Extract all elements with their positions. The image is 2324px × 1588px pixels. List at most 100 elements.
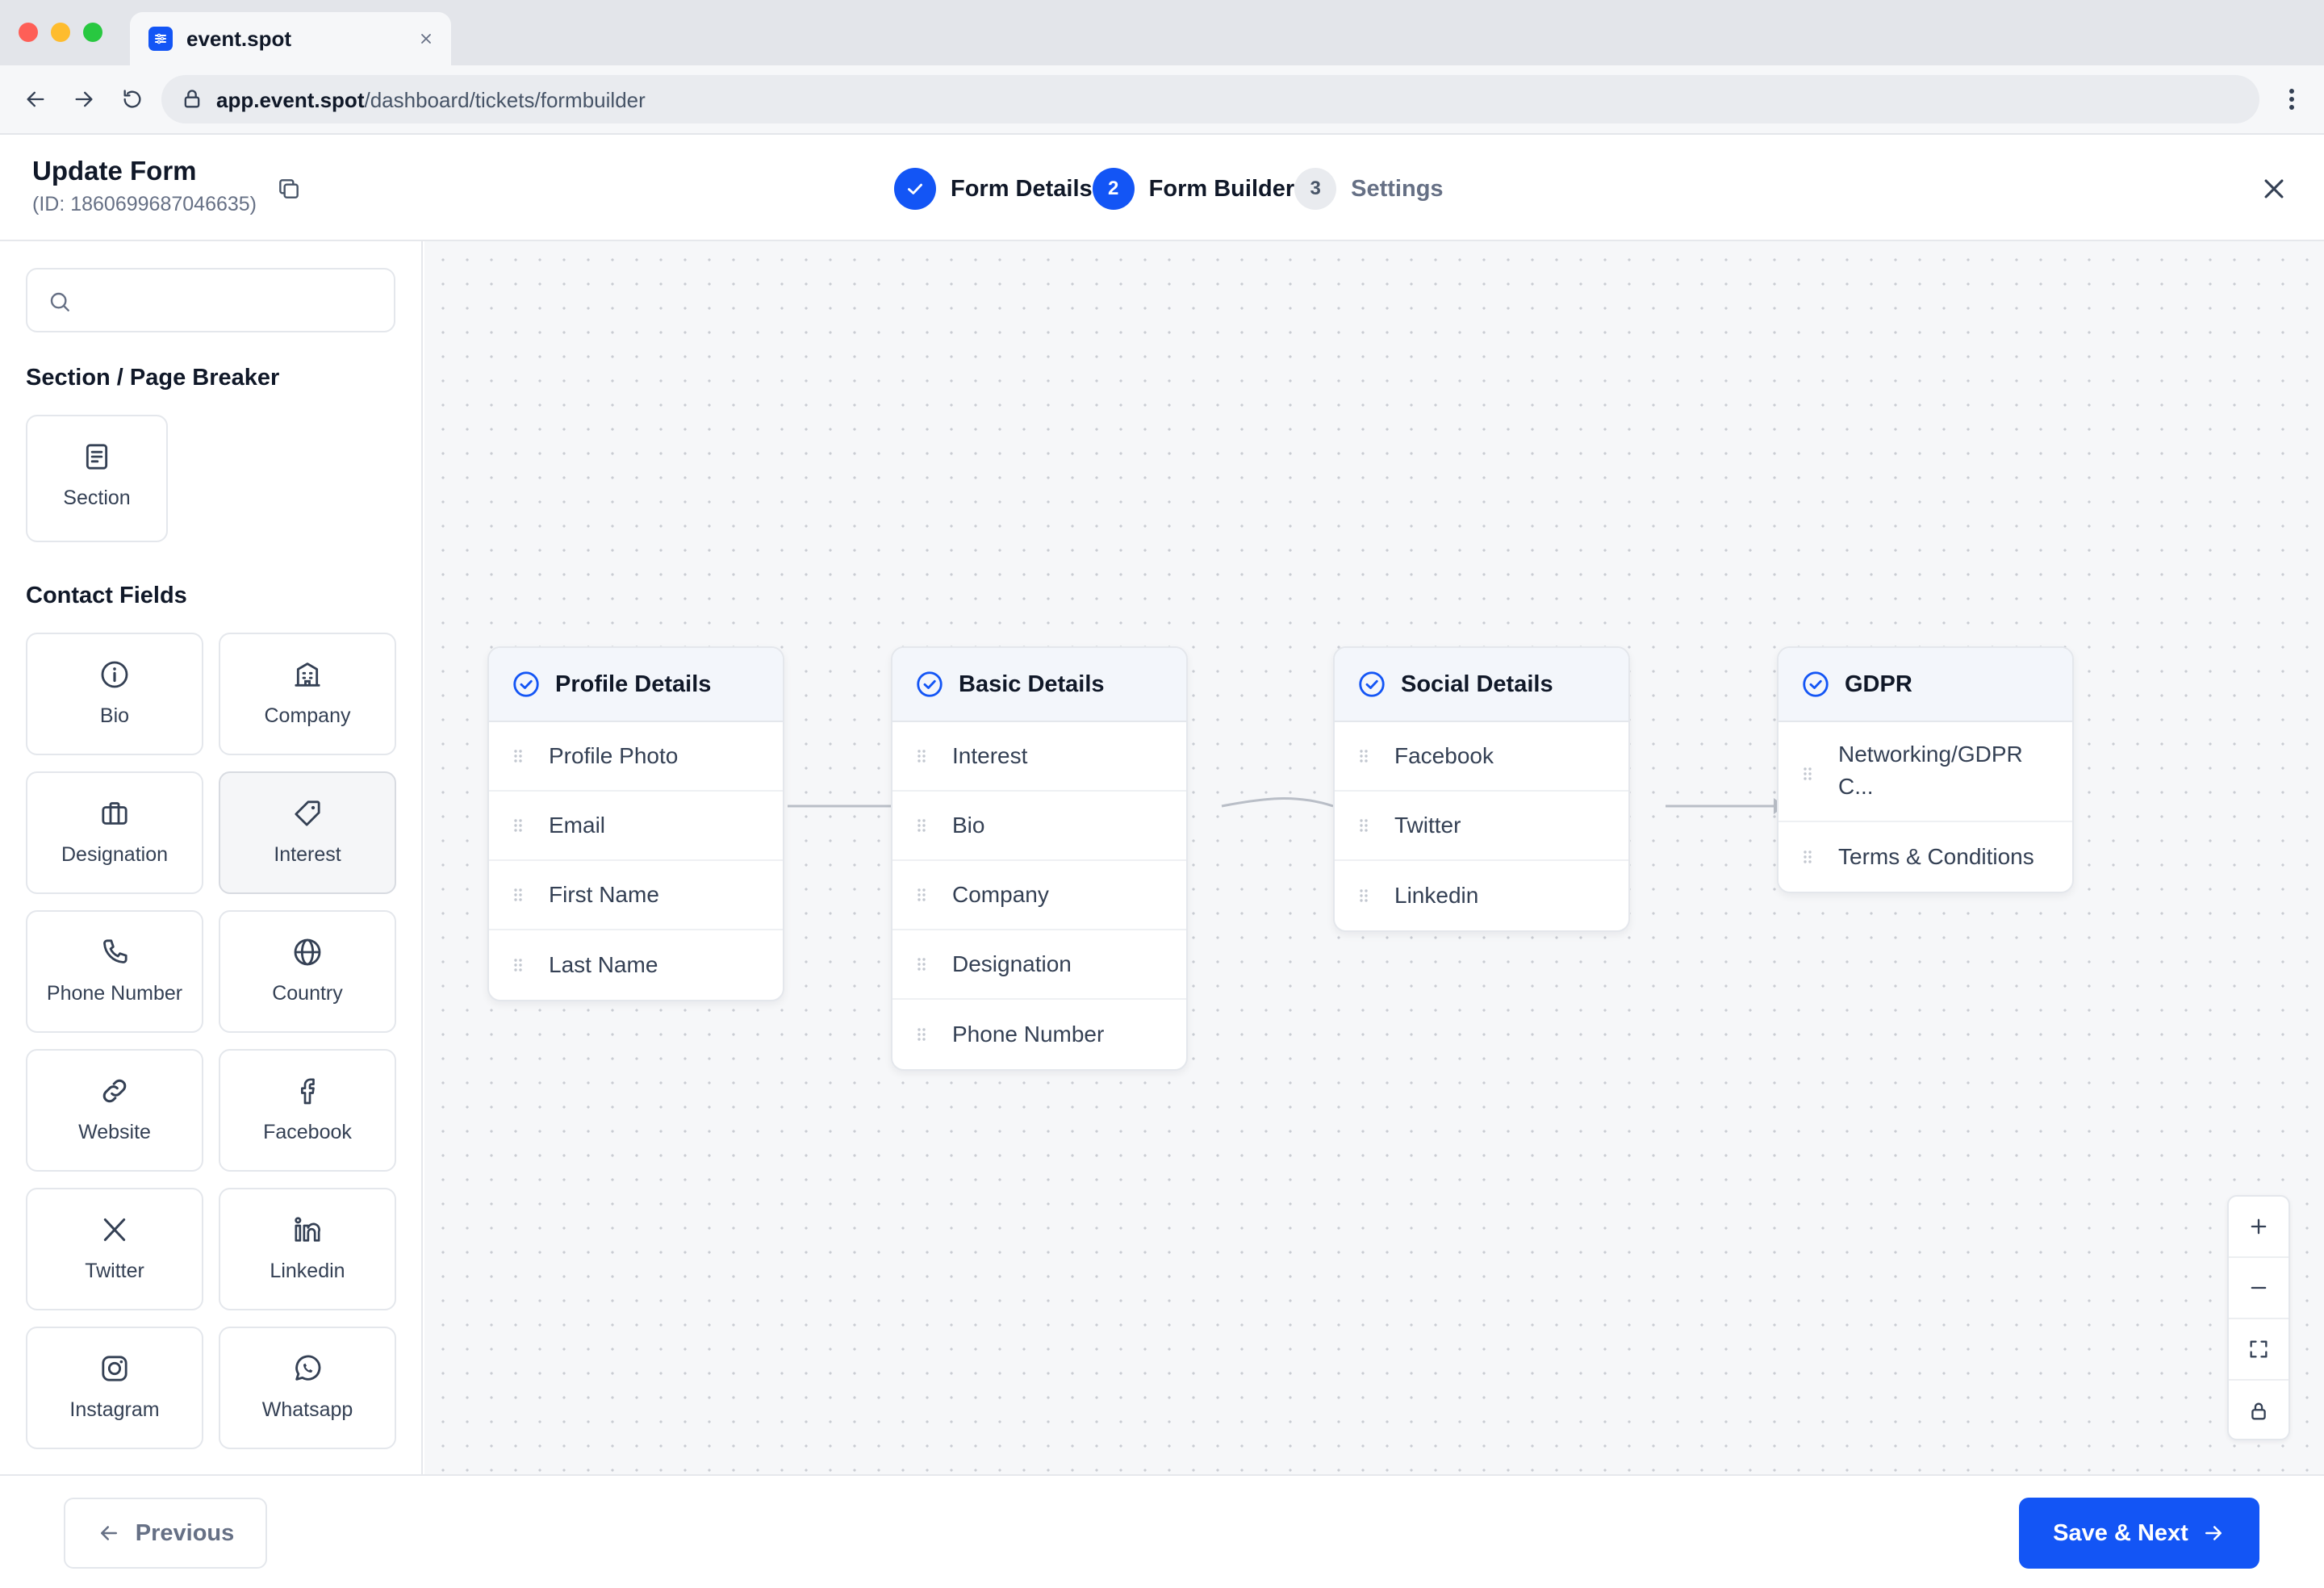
field-label: Profile Photo <box>549 743 679 768</box>
form-builder-canvas[interactable]: Profile Details Profile Photo Email Firs… <box>424 241 2324 1474</box>
field-label: Twitter <box>1394 813 1461 838</box>
window-minimize-dot[interactable] <box>51 23 70 42</box>
palette-item-facebook[interactable]: Facebook <box>219 1049 396 1172</box>
palette-item-label: Website <box>78 1121 151 1143</box>
palette-item-label: Country <box>272 982 343 1005</box>
document-icon <box>79 439 115 474</box>
close-icon[interactable] <box>2256 171 2292 207</box>
search-icon <box>47 289 73 315</box>
section-node-social-details[interactable]: Social Details Facebook Twitter Linkedin <box>1333 646 1630 932</box>
node-field-row[interactable]: Terms & Conditions <box>1779 822 2072 892</box>
step-form-builder[interactable]: 2 Form Builder <box>1092 168 1295 210</box>
lock-canvas-icon[interactable] <box>2229 1381 2288 1442</box>
save-next-button[interactable]: Save & Next <box>2019 1498 2259 1569</box>
drag-handle-icon[interactable] <box>1357 746 1370 766</box>
palette-item-website[interactable]: Website <box>26 1049 203 1172</box>
arrow-left-icon <box>100 1526 117 1540</box>
node-field-row[interactable]: Facebook <box>1335 722 1628 792</box>
node-field-row[interactable]: First Name <box>489 861 783 930</box>
node-field-row[interactable]: Linkedin <box>1335 861 1628 930</box>
zoom-out-icon[interactable] <box>2229 1258 2288 1319</box>
drag-handle-icon[interactable] <box>915 816 928 835</box>
window-maximize-dot[interactable] <box>83 23 102 42</box>
palette-item-section[interactable]: Section <box>26 415 168 542</box>
forward-arrow-icon[interactable] <box>68 83 100 115</box>
zoom-in-icon[interactable] <box>2229 1197 2288 1258</box>
page-title: Update Form <box>32 156 197 186</box>
node-title: GDPR <box>1845 671 1912 697</box>
window-close-dot[interactable] <box>19 23 38 42</box>
address-bar[interactable]: app.event.spot/dashboard/tickets/formbui… <box>161 75 2259 123</box>
back-arrow-icon[interactable] <box>19 83 52 115</box>
palette-item-label: Twitter <box>85 1260 144 1282</box>
drag-handle-icon[interactable] <box>1801 764 1814 784</box>
globe-icon <box>290 934 325 970</box>
section-node-basic-details[interactable]: Basic Details Interest Bio Company Desig… <box>891 646 1188 1071</box>
palette-item-interest[interactable]: Interest <box>219 771 396 894</box>
node-field-row[interactable]: Profile Photo <box>489 722 783 792</box>
step-form-details[interactable]: Form Details <box>894 168 1093 210</box>
node-field-row[interactable]: Twitter <box>1335 792 1628 861</box>
palette-item-phone-number[interactable]: Phone Number <box>26 910 203 1033</box>
node-field-row[interactable]: Networking/GDPR C... <box>1779 722 2072 822</box>
node-field-row[interactable]: Phone Number <box>892 1000 1186 1069</box>
palette-item-bio[interactable]: Bio <box>26 633 203 755</box>
palette-item-designation[interactable]: Designation <box>26 771 203 894</box>
check-icon <box>894 168 936 210</box>
form-stepper: Form Details 2 Form Builder 3 Settings <box>894 166 1444 211</box>
search-input[interactable] <box>86 281 376 320</box>
phone-icon <box>97 934 132 970</box>
section-node-gdpr[interactable]: GDPR Networking/GDPR C... Terms & Condit… <box>1777 646 2074 893</box>
node-field-row[interactable]: Bio <box>892 792 1186 861</box>
browser-toolbar: app.event.spot/dashboard/tickets/formbui… <box>0 65 2324 135</box>
node-header[interactable]: Basic Details <box>892 648 1186 722</box>
step-settings[interactable]: 3 Settings <box>1294 168 1444 210</box>
palette-item-label: Designation <box>61 843 169 866</box>
drag-handle-icon[interactable] <box>1357 816 1370 835</box>
previous-label: Previous <box>135 1519 235 1546</box>
field-label: Last Name <box>549 952 658 977</box>
drag-handle-icon[interactable] <box>915 1025 928 1044</box>
drag-handle-icon[interactable] <box>512 816 525 835</box>
previous-button[interactable]: Previous <box>64 1498 267 1569</box>
palette-item-label: Whatsapp <box>261 1398 353 1421</box>
palette-item-country[interactable]: Country <box>219 910 396 1033</box>
node-field-row[interactable]: Last Name <box>489 930 783 1000</box>
node-field-row[interactable]: Designation <box>892 930 1186 1000</box>
step-label: Form Builder <box>1148 175 1295 202</box>
node-field-row[interactable]: Company <box>892 861 1186 930</box>
drag-handle-icon[interactable] <box>1801 847 1814 867</box>
form-footer: Previous Save & Next <box>0 1474 2324 1588</box>
palette-item-twitter[interactable]: Twitter <box>26 1188 203 1310</box>
reload-icon[interactable] <box>116 83 148 115</box>
palette-item-label: Interest <box>274 843 341 866</box>
node-field-row[interactable]: Interest <box>892 722 1186 792</box>
drag-handle-icon[interactable] <box>915 955 928 974</box>
app-favicon-icon <box>148 27 173 51</box>
drag-handle-icon[interactable] <box>512 746 525 766</box>
browser-tab[interactable]: event.spot <box>130 12 451 65</box>
palette-item-linkedin[interactable]: Linkedin <box>219 1188 396 1310</box>
palette-item-whatsapp[interactable]: Whatsapp <box>219 1327 396 1449</box>
tab-close-icon[interactable] <box>416 28 437 49</box>
search-field[interactable] <box>26 268 395 332</box>
drag-handle-icon[interactable] <box>1357 886 1370 905</box>
node-header[interactable]: Profile Details <box>489 648 783 722</box>
drag-handle-icon[interactable] <box>512 955 525 975</box>
drag-handle-icon[interactable] <box>512 885 525 905</box>
drag-handle-icon[interactable] <box>915 746 928 766</box>
node-field-row[interactable]: Email <box>489 792 783 861</box>
save-next-label: Save & Next <box>2053 1519 2188 1546</box>
palette-item-company[interactable]: Company <box>219 633 396 755</box>
browser-menu-icon[interactable] <box>2276 83 2308 115</box>
node-header[interactable]: Social Details <box>1335 648 1628 722</box>
node-header[interactable]: GDPR <box>1779 648 2072 722</box>
link-icon <box>97 1073 132 1109</box>
copy-id-icon[interactable] <box>274 174 303 203</box>
palette-item-instagram[interactable]: Instagram <box>26 1327 203 1449</box>
palette-item-label: Linkedin <box>270 1260 345 1282</box>
drag-handle-icon[interactable] <box>915 885 928 905</box>
field-label: Company <box>952 882 1049 907</box>
fit-view-icon[interactable] <box>2229 1319 2288 1381</box>
section-node-profile-details[interactable]: Profile Details Profile Photo Email Firs… <box>487 646 784 1001</box>
